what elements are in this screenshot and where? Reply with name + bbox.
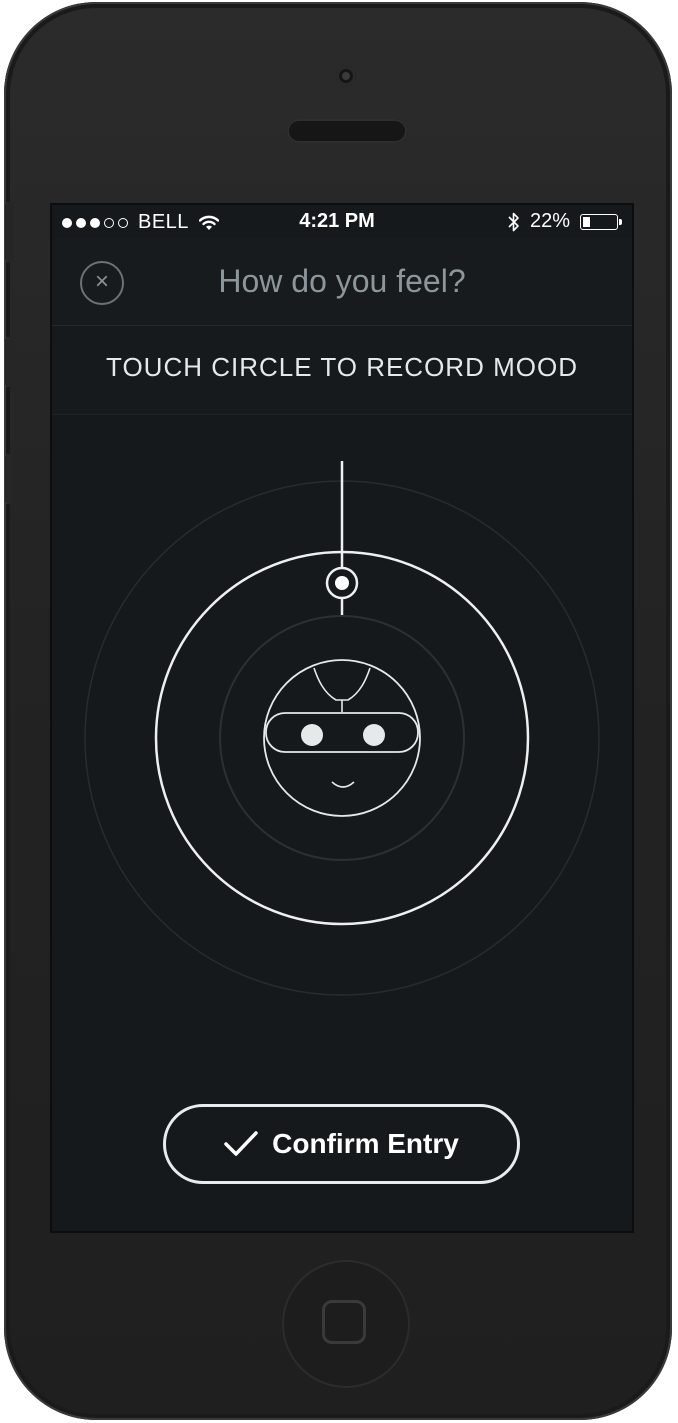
battery-icon: [580, 213, 622, 230]
bluetooth-icon: [508, 212, 519, 231]
checkmark-icon: [224, 1131, 258, 1156]
mute-switch: [4, 202, 14, 262]
dial-handle[interactable]: [325, 566, 359, 600]
status-bar: BELL 4:21 PM 22%: [52, 205, 632, 239]
nav-header: × How do you feel?: [52, 239, 632, 326]
home-button[interactable]: [282, 1260, 410, 1388]
battery-percent: 22%: [529, 210, 570, 232]
volume-up-button: [4, 337, 14, 387]
robot-face-icon: [263, 659, 421, 817]
page-title: How do you feel?: [218, 263, 466, 299]
battery-fill: [583, 216, 590, 227]
home-square-icon: [322, 1300, 366, 1344]
confirm-entry-label: Confirm Entry: [272, 1128, 459, 1159]
front-camera: [336, 66, 356, 86]
mood-dial[interactable]: [52, 435, 632, 1025]
confirm-entry-button[interactable]: Confirm Entry: [163, 1104, 520, 1184]
earpiece-speaker: [287, 119, 407, 143]
status-right: 22%: [508, 210, 622, 233]
instruction-text: TOUCH CIRCLE TO RECORD MOOD: [106, 352, 578, 382]
app-screen: BELL 4:21 PM 22% × How do you feel? TOUC…: [52, 205, 632, 1231]
instruction-bar: TOUCH CIRCLE TO RECORD MOOD: [52, 326, 632, 415]
volume-down-button: [4, 454, 14, 504]
